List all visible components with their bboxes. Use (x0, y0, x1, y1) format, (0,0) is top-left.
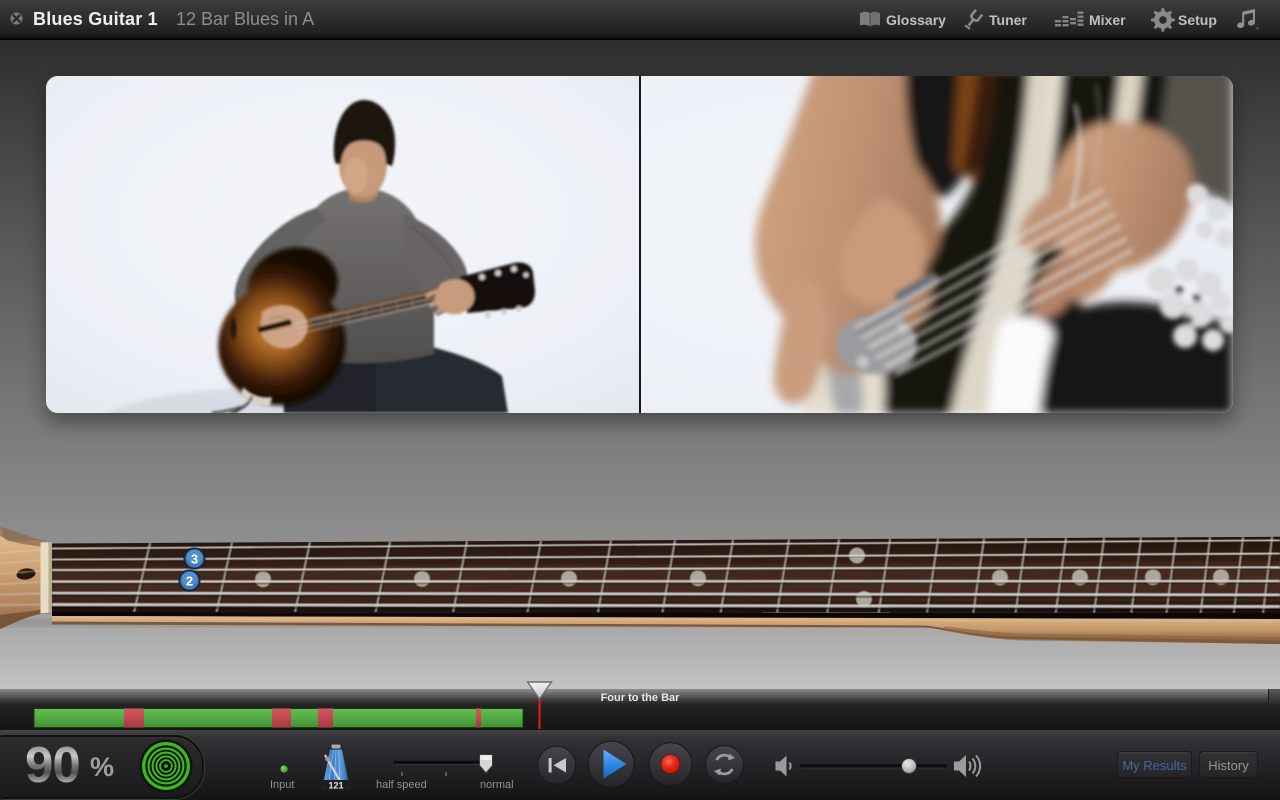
svg-text:121: 121 (328, 781, 343, 791)
svg-text:2: 2 (186, 573, 193, 588)
svg-text:3: 3 (191, 551, 198, 566)
